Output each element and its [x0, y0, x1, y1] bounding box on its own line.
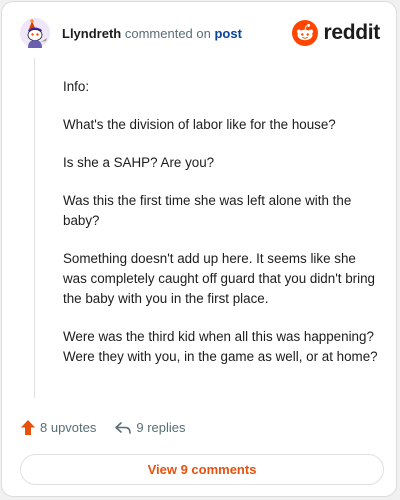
post-link[interactable]: post — [214, 26, 241, 41]
reddit-logo-icon — [292, 20, 319, 46]
comment-paragraph: Is she a SAHP? Are you? — [63, 155, 215, 170]
comment-footer: 8 upvotes 9 replies — [20, 419, 204, 436]
user-avatar[interactable] — [20, 18, 50, 48]
replies-button[interactable]: 9 replies — [114, 420, 186, 436]
upvote-arrow-icon — [21, 420, 35, 435]
upvote-count: 8 upvotes — [40, 420, 97, 435]
reply-arrow-icon — [115, 421, 132, 434]
view-comments-button[interactable]: View 9 comments — [20, 454, 384, 485]
comment-paragraph: What's the division of labor like for th… — [63, 117, 336, 132]
reddit-wordmark: reddit — [323, 21, 380, 44]
thread-line — [34, 58, 35, 398]
comment-paragraph: Info: — [63, 79, 90, 94]
upvote-button[interactable]: 8 upvotes — [20, 419, 96, 436]
comment-header: Llyndreth commented on post — [62, 26, 242, 41]
reddit-brand[interactable]: reddit — [292, 20, 380, 46]
comment-paragraph: Something doesn't add up here. It seems … — [63, 251, 375, 306]
action-text: commented on — [124, 26, 211, 41]
username-link[interactable]: Llyndreth — [62, 26, 121, 41]
comment-paragraph: Were was the third kid when all this was… — [63, 329, 378, 364]
comment-card: Llyndreth commented on post reddit Info:… — [1, 1, 397, 497]
comment-paragraph: Was this the first time she was left alo… — [63, 193, 352, 228]
comment-body: Info: What's the division of labor like … — [63, 77, 381, 385]
reply-count: 9 replies — [136, 420, 186, 435]
